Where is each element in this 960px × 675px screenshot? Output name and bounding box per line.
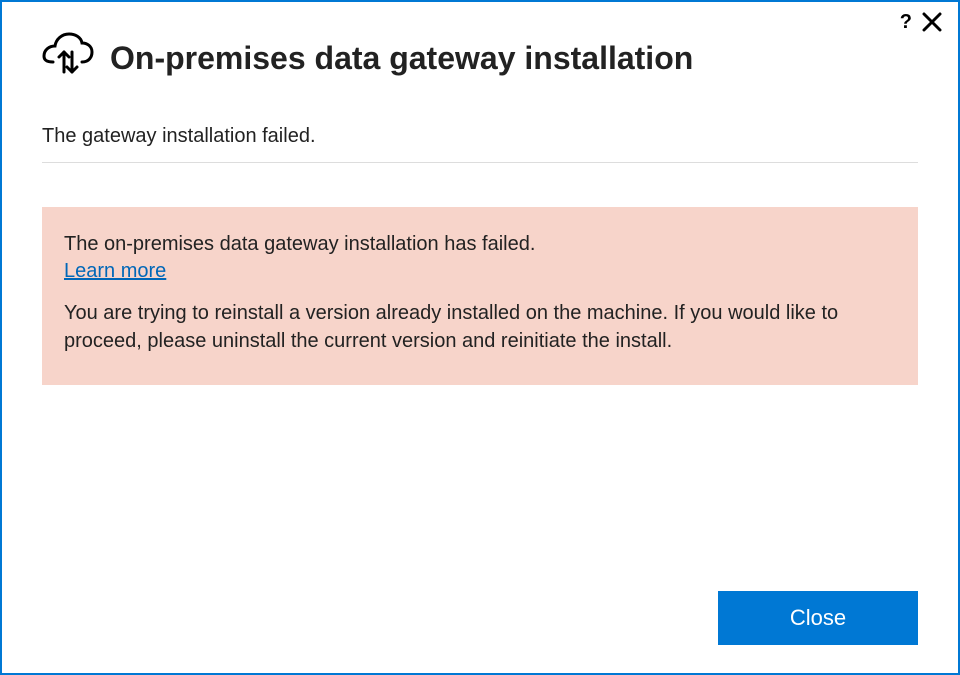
dialog-title: On-premises data gateway installation — [110, 40, 693, 77]
error-detail: You are trying to reinstall a version al… — [64, 299, 896, 355]
error-title: The on-premises data gateway installatio… — [64, 233, 896, 256]
status-message: The gateway installation failed. — [42, 125, 918, 163]
learn-more-link[interactable]: Learn more — [64, 260, 166, 283]
dialog-footer: Close — [718, 591, 918, 645]
help-icon[interactable]: ? — [900, 12, 912, 32]
cloud-gateway-icon — [42, 32, 94, 85]
installer-dialog: ? On-premises data gateway installation … — [0, 0, 960, 675]
dialog-header: On-premises data gateway installation — [2, 2, 958, 85]
close-button[interactable]: Close — [718, 591, 918, 645]
error-panel: The on-premises data gateway installatio… — [42, 207, 918, 385]
close-icon[interactable] — [922, 12, 942, 32]
titlebar-controls: ? — [900, 12, 942, 32]
dialog-content: The gateway installation failed. The on-… — [2, 85, 958, 385]
